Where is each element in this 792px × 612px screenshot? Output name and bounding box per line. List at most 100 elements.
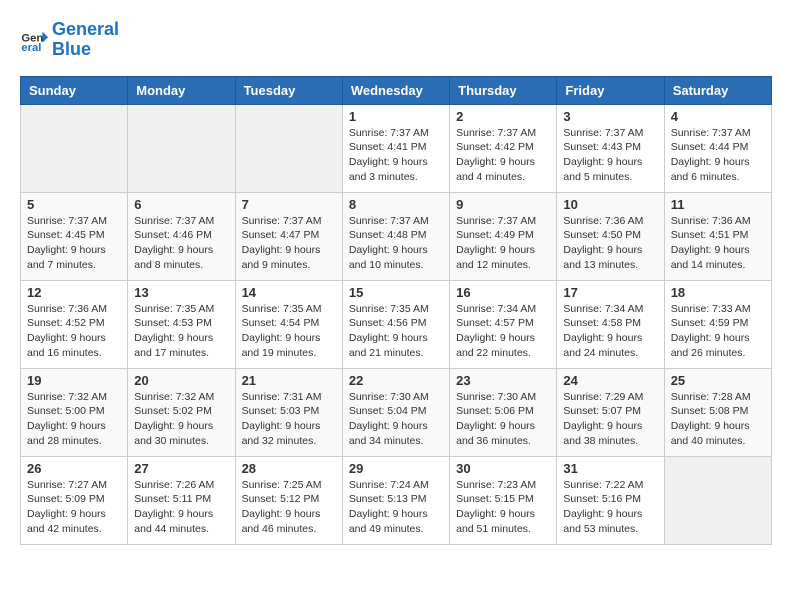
- day-info: Sunrise: 7:25 AMSunset: 5:12 PMDaylight:…: [242, 478, 336, 537]
- day-cell: 13 Sunrise: 7:35 AMSunset: 4:53 PMDayligh…: [128, 280, 235, 368]
- day-info: Sunrise: 7:37 AMSunset: 4:45 PMDaylight:…: [27, 214, 121, 273]
- day-info: Sunrise: 7:35 AMSunset: 4:56 PMDaylight:…: [349, 302, 443, 361]
- week-row-5: 26 Sunrise: 7:27 AMSunset: 5:09 PMDayligh…: [21, 456, 772, 544]
- day-info: Sunrise: 7:37 AMSunset: 4:42 PMDaylight:…: [456, 126, 550, 185]
- day-number: 5: [27, 197, 121, 212]
- day-info: Sunrise: 7:23 AMSunset: 5:15 PMDaylight:…: [456, 478, 550, 537]
- day-info: Sunrise: 7:36 AMSunset: 4:52 PMDaylight:…: [27, 302, 121, 361]
- day-cell: 26 Sunrise: 7:27 AMSunset: 5:09 PMDayligh…: [21, 456, 128, 544]
- day-info: Sunrise: 7:28 AMSunset: 5:08 PMDaylight:…: [671, 390, 765, 449]
- day-info: Sunrise: 7:34 AMSunset: 4:58 PMDaylight:…: [563, 302, 657, 361]
- day-info: Sunrise: 7:26 AMSunset: 5:11 PMDaylight:…: [134, 478, 228, 537]
- day-info: Sunrise: 7:30 AMSunset: 5:04 PMDaylight:…: [349, 390, 443, 449]
- day-cell: 17 Sunrise: 7:34 AMSunset: 4:58 PMDayligh…: [557, 280, 664, 368]
- day-number: 9: [456, 197, 550, 212]
- day-number: 18: [671, 285, 765, 300]
- day-cell: 21Sunrise: 7:31 AMSunset: 5:03 PMDayligh…: [235, 368, 342, 456]
- day-cell: [128, 104, 235, 192]
- day-cell: 10Sunrise: 7:36 AMSunset: 4:50 PMDayligh…: [557, 192, 664, 280]
- day-number: 13: [134, 285, 228, 300]
- day-info: Sunrise: 7:37 AMSunset: 4:47 PMDaylight:…: [242, 214, 336, 273]
- day-cell: 8 Sunrise: 7:37 AMSunset: 4:48 PMDaylight…: [342, 192, 449, 280]
- day-info: Sunrise: 7:37 AMSunset: 4:43 PMDaylight:…: [563, 126, 657, 185]
- day-info: Sunrise: 7:27 AMSunset: 5:09 PMDaylight:…: [27, 478, 121, 537]
- day-number: 14: [242, 285, 336, 300]
- weekday-header-tuesday: Tuesday: [235, 76, 342, 104]
- day-number: 11: [671, 197, 765, 212]
- day-number: 12: [27, 285, 121, 300]
- day-number: 25: [671, 373, 765, 388]
- week-row-4: 19 Sunrise: 7:32 AMSunset: 5:00 PMDayligh…: [21, 368, 772, 456]
- weekday-header-thursday: Thursday: [450, 76, 557, 104]
- day-number: 26: [27, 461, 121, 476]
- day-cell: 22 Sunrise: 7:30 AMSunset: 5:04 PMDayligh…: [342, 368, 449, 456]
- day-info: Sunrise: 7:35 AMSunset: 4:53 PMDaylight:…: [134, 302, 228, 361]
- day-number: 2: [456, 109, 550, 124]
- weekday-header-saturday: Saturday: [664, 76, 771, 104]
- day-cell: [21, 104, 128, 192]
- day-number: 24: [563, 373, 657, 388]
- day-number: 7: [242, 197, 336, 212]
- day-info: Sunrise: 7:34 AMSunset: 4:57 PMDaylight:…: [456, 302, 550, 361]
- day-info: Sunrise: 7:24 AMSunset: 5:13 PMDaylight:…: [349, 478, 443, 537]
- weekday-header-row: SundayMondayTuesdayWednesdayThursdayFrid…: [21, 76, 772, 104]
- day-info: Sunrise: 7:32 AMSunset: 5:00 PMDaylight:…: [27, 390, 121, 449]
- day-info: Sunrise: 7:37 AMSunset: 4:46 PMDaylight:…: [134, 214, 228, 273]
- weekday-header-monday: Monday: [128, 76, 235, 104]
- day-cell: 4 Sunrise: 7:37 AMSunset: 4:44 PMDaylight…: [664, 104, 771, 192]
- day-cell: 7 Sunrise: 7:37 AMSunset: 4:47 PMDaylight…: [235, 192, 342, 280]
- day-cell: 5 Sunrise: 7:37 AMSunset: 4:45 PMDaylight…: [21, 192, 128, 280]
- day-info: Sunrise: 7:30 AMSunset: 5:06 PMDaylight:…: [456, 390, 550, 449]
- day-cell: 18 Sunrise: 7:33 AMSunset: 4:59 PMDayligh…: [664, 280, 771, 368]
- day-cell: 31Sunrise: 7:22 AMSunset: 5:16 PMDayligh…: [557, 456, 664, 544]
- day-cell: [664, 456, 771, 544]
- day-cell: 30 Sunrise: 7:23 AMSunset: 5:15 PMDayligh…: [450, 456, 557, 544]
- day-number: 17: [563, 285, 657, 300]
- day-cell: 25 Sunrise: 7:28 AMSunset: 5:08 PMDayligh…: [664, 368, 771, 456]
- day-number: 3: [563, 109, 657, 124]
- logo-name: GeneralBlue: [52, 20, 119, 60]
- day-number: 1: [349, 109, 443, 124]
- logo: Gen eral GeneralBlue: [20, 20, 119, 60]
- day-info: Sunrise: 7:35 AMSunset: 4:54 PMDaylight:…: [242, 302, 336, 361]
- day-info: Sunrise: 7:33 AMSunset: 4:59 PMDaylight:…: [671, 302, 765, 361]
- day-number: 23: [456, 373, 550, 388]
- day-info: Sunrise: 7:37 AMSunset: 4:49 PMDaylight:…: [456, 214, 550, 273]
- day-number: 4: [671, 109, 765, 124]
- day-cell: 27 Sunrise: 7:26 AMSunset: 5:11 PMDayligh…: [128, 456, 235, 544]
- day-cell: 23 Sunrise: 7:30 AMSunset: 5:06 PMDayligh…: [450, 368, 557, 456]
- day-cell: 6 Sunrise: 7:37 AMSunset: 4:46 PMDaylight…: [128, 192, 235, 280]
- day-cell: 28 Sunrise: 7:25 AMSunset: 5:12 PMDayligh…: [235, 456, 342, 544]
- day-number: 19: [27, 373, 121, 388]
- day-number: 6: [134, 197, 228, 212]
- day-info: Sunrise: 7:37 AMSunset: 4:48 PMDaylight:…: [349, 214, 443, 273]
- day-number: 22: [349, 373, 443, 388]
- day-info: Sunrise: 7:37 AMSunset: 4:44 PMDaylight:…: [671, 126, 765, 185]
- week-row-3: 12 Sunrise: 7:36 AMSunset: 4:52 PMDayligh…: [21, 280, 772, 368]
- day-number: 20: [134, 373, 228, 388]
- day-info: Sunrise: 7:36 AMSunset: 4:50 PMDaylight:…: [563, 214, 657, 273]
- weekday-header-friday: Friday: [557, 76, 664, 104]
- day-cell: 29 Sunrise: 7:24 AMSunset: 5:13 PMDayligh…: [342, 456, 449, 544]
- week-row-1: 1 Sunrise: 7:37 AMSunset: 4:41 PMDaylight…: [21, 104, 772, 192]
- day-cell: 1 Sunrise: 7:37 AMSunset: 4:41 PMDaylight…: [342, 104, 449, 192]
- day-info: Sunrise: 7:29 AMSunset: 5:07 PMDaylight:…: [563, 390, 657, 449]
- weekday-header-wednesday: Wednesday: [342, 76, 449, 104]
- day-info: Sunrise: 7:22 AMSunset: 5:16 PMDaylight:…: [563, 478, 657, 537]
- day-number: 27: [134, 461, 228, 476]
- day-number: 28: [242, 461, 336, 476]
- day-number: 30: [456, 461, 550, 476]
- day-number: 29: [349, 461, 443, 476]
- day-cell: 11 Sunrise: 7:36 AMSunset: 4:51 PMDayligh…: [664, 192, 771, 280]
- day-info: Sunrise: 7:31 AMSunset: 5:03 PMDaylight:…: [242, 390, 336, 449]
- day-cell: 2 Sunrise: 7:37 AMSunset: 4:42 PMDaylight…: [450, 104, 557, 192]
- day-cell: 14 Sunrise: 7:35 AMSunset: 4:54 PMDayligh…: [235, 280, 342, 368]
- day-info: Sunrise: 7:36 AMSunset: 4:51 PMDaylight:…: [671, 214, 765, 273]
- day-info: Sunrise: 7:37 AMSunset: 4:41 PMDaylight:…: [349, 126, 443, 185]
- day-cell: 20Sunrise: 7:32 AMSunset: 5:02 PMDayligh…: [128, 368, 235, 456]
- day-number: 8: [349, 197, 443, 212]
- page-header: Gen eral GeneralBlue: [20, 20, 772, 60]
- day-cell: 19 Sunrise: 7:32 AMSunset: 5:00 PMDayligh…: [21, 368, 128, 456]
- logo-icon: Gen eral: [20, 26, 48, 54]
- weekday-header-sunday: Sunday: [21, 76, 128, 104]
